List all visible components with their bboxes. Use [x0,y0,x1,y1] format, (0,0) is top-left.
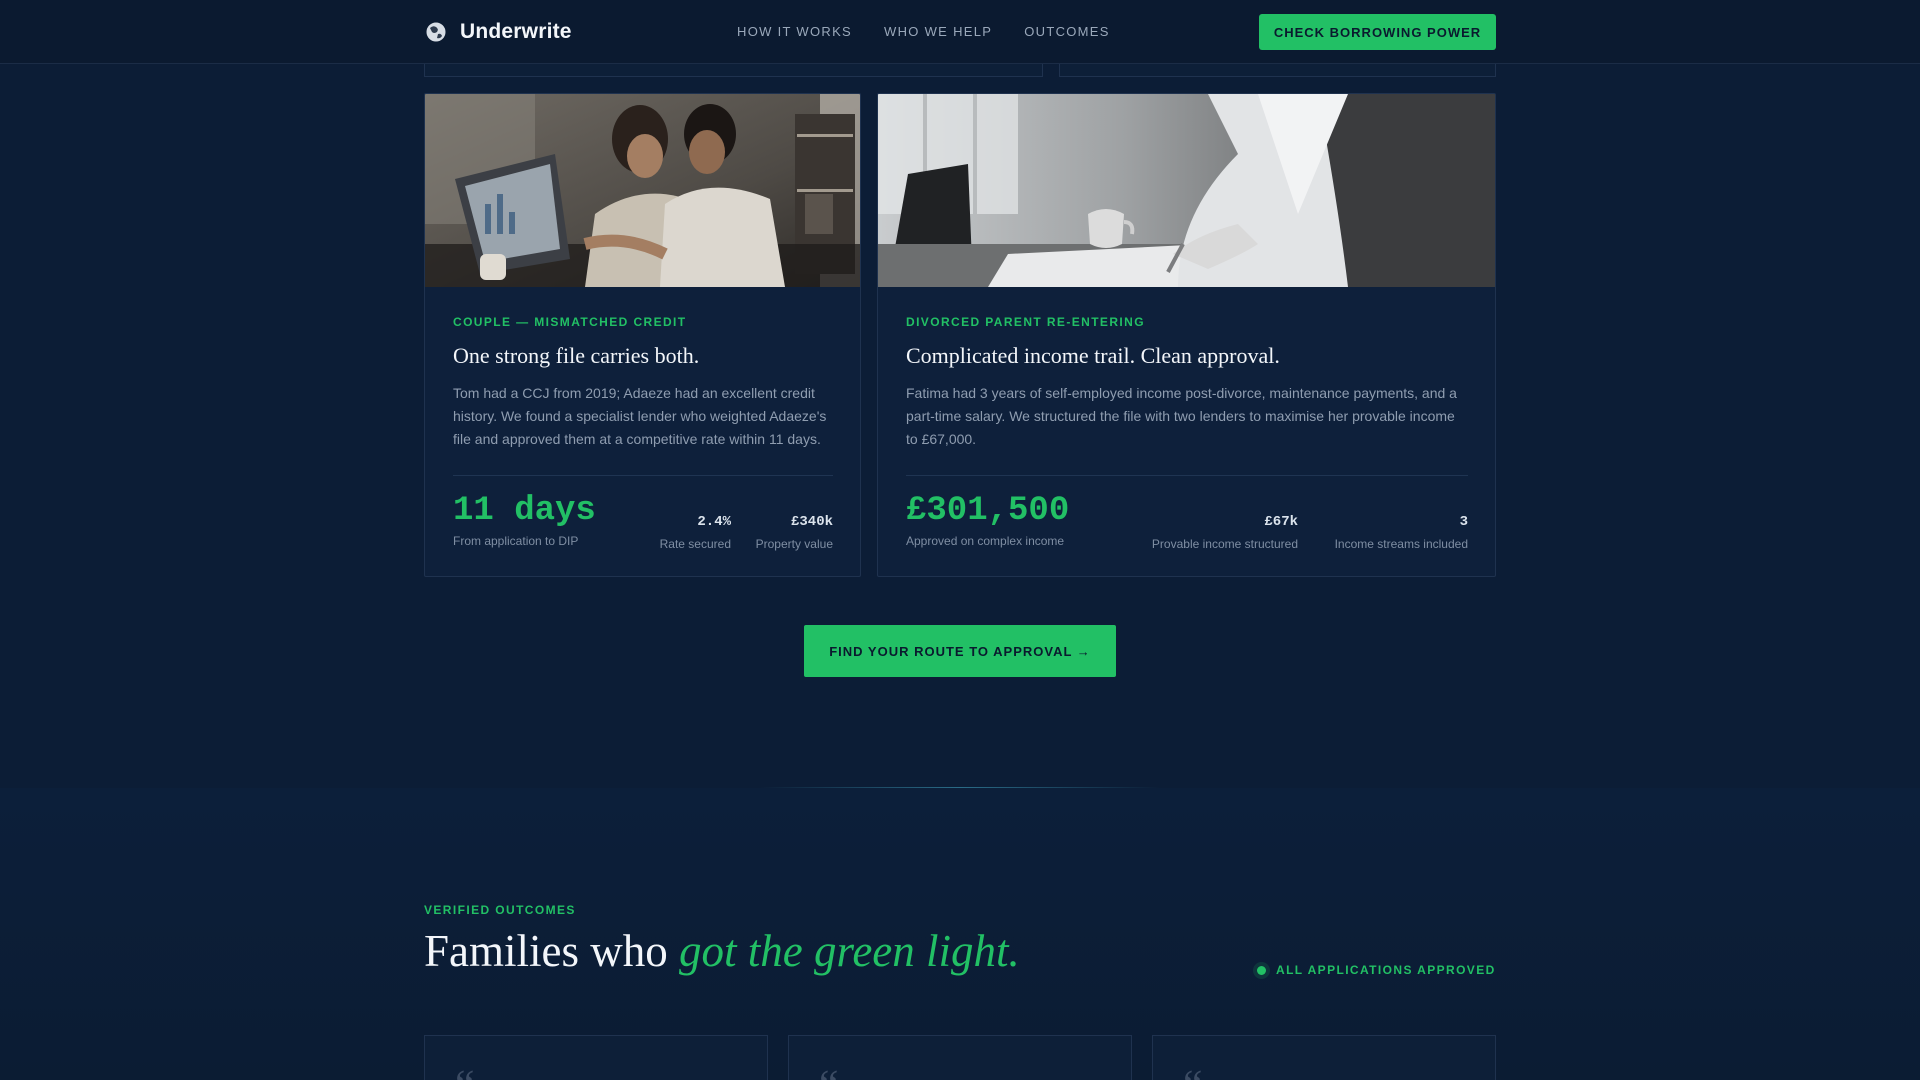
status-dot-icon [1257,965,1266,975]
section-divider [760,787,1160,788]
site-header: Underwrite HOW IT WORKS WHO WE HELP OUTC… [0,0,1920,64]
stat-value: £67k [1264,514,1298,530]
badge-label: ALL APPLICATIONS APPROVED [1276,963,1496,977]
main-nav: HOW IT WORKS WHO WE HELP OUTCOMES [737,24,1110,39]
case-tag: COUPLE — MISMATCHED CREDIT [453,315,687,329]
find-route-to-approval-button[interactable]: FIND YOUR ROUTE TO APPROVAL → [804,625,1116,677]
check-borrowing-power-button[interactable]: CHECK BORROWING POWER [1259,14,1496,50]
stat-label: Property value [755,537,833,551]
quote-mark-icon: “ [819,1064,839,1080]
stat-value: 2.4% [697,514,731,530]
case-body: DIVORCED PARENT RE-ENTERING Complicated … [906,315,1468,451]
outcomes-title-plain: Families who [424,926,679,976]
case-tag: DIVORCED PARENT RE-ENTERING [906,315,1145,329]
testimonial-card: “ [424,1035,768,1080]
case-title: Complicated income trail. Clean approval… [906,343,1280,368]
case-card-divorced-parent: DIVORCED PARENT RE-ENTERING Complicated … [877,93,1496,577]
nav-who-we-help[interactable]: WHO WE HELP [884,24,992,39]
case-stat-property: £340k Property value [743,514,833,551]
brand-name: Underwrite [460,20,572,43]
couple-laptop-photo [425,94,860,287]
stat-value: £340k [790,514,833,530]
case-stat-streams: 3 Income streams included [1318,514,1468,551]
case-description: Fatima had 3 years of self-employed inco… [906,385,1457,447]
stat-label: Provable income structured [1151,537,1298,551]
quote-mark-icon: “ [1183,1064,1203,1080]
case-divider [453,475,833,476]
nav-how-it-works[interactable]: HOW IT WORKS [737,24,852,39]
case-title: One strong file carries both. [453,343,700,368]
case-body: COUPLE — MISMATCHED CREDIT One strong fi… [453,315,833,451]
outcomes-eyebrow: VERIFIED OUTCOMES [424,903,576,917]
stat-label: Rate secured [659,537,731,551]
case-headline-stat: 11 days [453,492,596,530]
case-divider [906,475,1468,476]
outcomes-title-accent: got the green light. [679,926,1020,976]
brand-logo[interactable]: Underwrite [424,18,572,46]
case-stat-rate: 2.4% Rate secured [659,514,731,551]
case-headline-caption: Approved on complex income [906,534,1065,548]
outcomes-title: Families who got the green light. [424,925,1020,977]
stat-value: 3 [1459,514,1468,530]
signing-document-photo [878,94,1495,287]
quote-mark-icon: “ [455,1064,475,1080]
testimonial-card: “ [788,1035,1132,1080]
case-headline-stat: £301,500 [906,492,1070,530]
testimonial-card: “ [1152,1035,1496,1080]
case-card-couple: COUPLE — MISMATCHED CREDIT One strong fi… [424,93,861,577]
case-description: Tom had a CCJ from 2019; Adaeze had an e… [453,385,827,447]
stat-label: Income streams included [1334,537,1468,551]
approval-status-badge: ALL APPLICATIONS APPROVED [1257,963,1496,977]
nav-outcomes[interactable]: OUTCOMES [1024,24,1110,39]
case-stat-income: £67k Provable income structured [1148,514,1298,551]
case-headline-caption: From application to DIP [453,534,579,548]
globe-logo-icon [425,21,447,43]
